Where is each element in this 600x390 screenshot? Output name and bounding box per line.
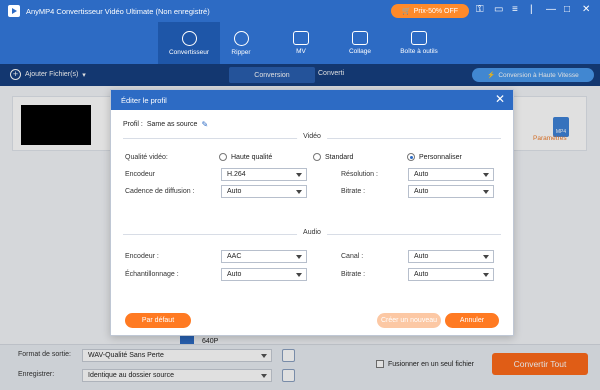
close-icon[interactable]: ✕	[582, 5, 590, 15]
chevron-down-icon	[483, 173, 489, 177]
radio-button[interactable]	[219, 153, 227, 161]
radio-button[interactable]	[313, 153, 321, 161]
audio-section-header: Audio	[123, 229, 501, 239]
chat-icon[interactable]: ▭	[494, 5, 503, 15]
nav-mv[interactable]: MV	[270, 22, 332, 64]
title-bar: AnyMP4 Convertisseur Vidéo Ultimate (Non…	[0, 0, 600, 22]
video-bitrate-select[interactable]: Auto	[408, 185, 494, 198]
radio-custom[interactable]: Personnaliser	[407, 153, 462, 161]
cart-icon: 🛒	[401, 8, 411, 15]
audio-encoder-select[interactable]: AAC	[221, 250, 307, 263]
video-quality-label: Qualité vidéo:	[125, 154, 168, 161]
video-encoder-select[interactable]: H.264	[221, 168, 307, 181]
video-section-header: Vidéo	[123, 133, 501, 143]
nav-ripper[interactable]: Ripper	[210, 22, 272, 64]
convert-icon	[181, 30, 197, 46]
menu-icon[interactable]: ≡	[512, 5, 518, 15]
video-encoder-label: Encodeur	[125, 171, 155, 178]
default-button[interactable]: Par défaut	[125, 313, 191, 328]
dialog-title: Éditer le profil	[121, 95, 167, 105]
nav-label: Convertisseur	[168, 48, 210, 56]
collage-icon	[352, 31, 368, 45]
chevron-down-icon	[483, 255, 489, 259]
nav-label: MV	[296, 48, 306, 55]
dialog-header: Éditer le profil ✕	[111, 90, 513, 110]
audio-bitrate-select[interactable]: Auto	[408, 268, 494, 281]
nav-label: Collage	[348, 48, 372, 55]
video-bitrate-label: Bitrate :	[341, 188, 366, 195]
nav-label: Ripper	[231, 48, 251, 56]
chevron-down-icon	[296, 255, 302, 259]
audio-encoder-label: Encodeur :	[125, 253, 159, 260]
nav-toolbox[interactable]: Boîte à outils	[388, 22, 450, 64]
chevron-down-icon	[296, 273, 302, 277]
window-title: AnyMP4 Convertisseur Vidéo Ultimate (Non…	[26, 6, 210, 16]
app-logo-icon	[8, 5, 20, 17]
resolution-label: Résolution :	[341, 171, 378, 178]
cancel-button[interactable]: Annuler	[445, 313, 499, 328]
key-icon[interactable]: ⚿	[476, 5, 484, 15]
promo-label: Prix-50% OFF	[413, 7, 459, 15]
maximize-icon[interactable]: □	[564, 5, 570, 15]
promo-button[interactable]: 🛒 Prix-50% OFF	[391, 4, 469, 18]
minimize-icon[interactable]: —	[546, 5, 556, 15]
profile-row: Profil : Same as source ✎	[123, 120, 208, 129]
radio-high-quality[interactable]: Haute qualité	[219, 153, 272, 161]
resolution-select[interactable]: Auto	[408, 168, 494, 181]
create-new-button[interactable]: Créer un nouveau	[377, 313, 441, 328]
profile-label: Profil :	[123, 121, 143, 128]
samplerate-select[interactable]: Auto	[221, 268, 307, 281]
chevron-down-icon	[483, 273, 489, 277]
separator-icon: |	[530, 4, 533, 15]
audio-section-title: Audio	[297, 229, 327, 236]
toolbox-icon	[411, 31, 427, 45]
framerate-label: Cadence de diffusion :	[125, 188, 195, 195]
chevron-down-icon	[296, 173, 302, 177]
nav-label: Boîte à outils	[400, 48, 438, 55]
radio-button-selected[interactable]	[407, 153, 415, 161]
tv-icon	[293, 31, 309, 45]
audio-bitrate-label: Bitrate :	[341, 271, 366, 278]
channel-label: Canal :	[341, 253, 364, 260]
profile-value: Same as source	[146, 121, 198, 128]
samplerate-label: Échantillonnage :	[125, 271, 179, 278]
nav-collage[interactable]: Collage	[329, 22, 391, 64]
chevron-down-icon	[296, 190, 302, 194]
close-icon[interactable]: ✕	[495, 93, 505, 105]
channel-select[interactable]: Auto	[408, 250, 494, 263]
pencil-icon[interactable]: ✎	[201, 120, 208, 129]
edit-profile-dialog: Éditer le profil ✕ Profil : Same as sour…	[110, 89, 514, 336]
radio-standard[interactable]: Standard	[313, 153, 353, 161]
video-section-title: Vidéo	[297, 133, 327, 140]
main-nav: Convertisseur Ripper MV Collage Boîte à …	[0, 22, 600, 64]
disc-icon	[233, 30, 249, 46]
framerate-select[interactable]: Auto	[221, 185, 307, 198]
chevron-down-icon	[483, 190, 489, 194]
